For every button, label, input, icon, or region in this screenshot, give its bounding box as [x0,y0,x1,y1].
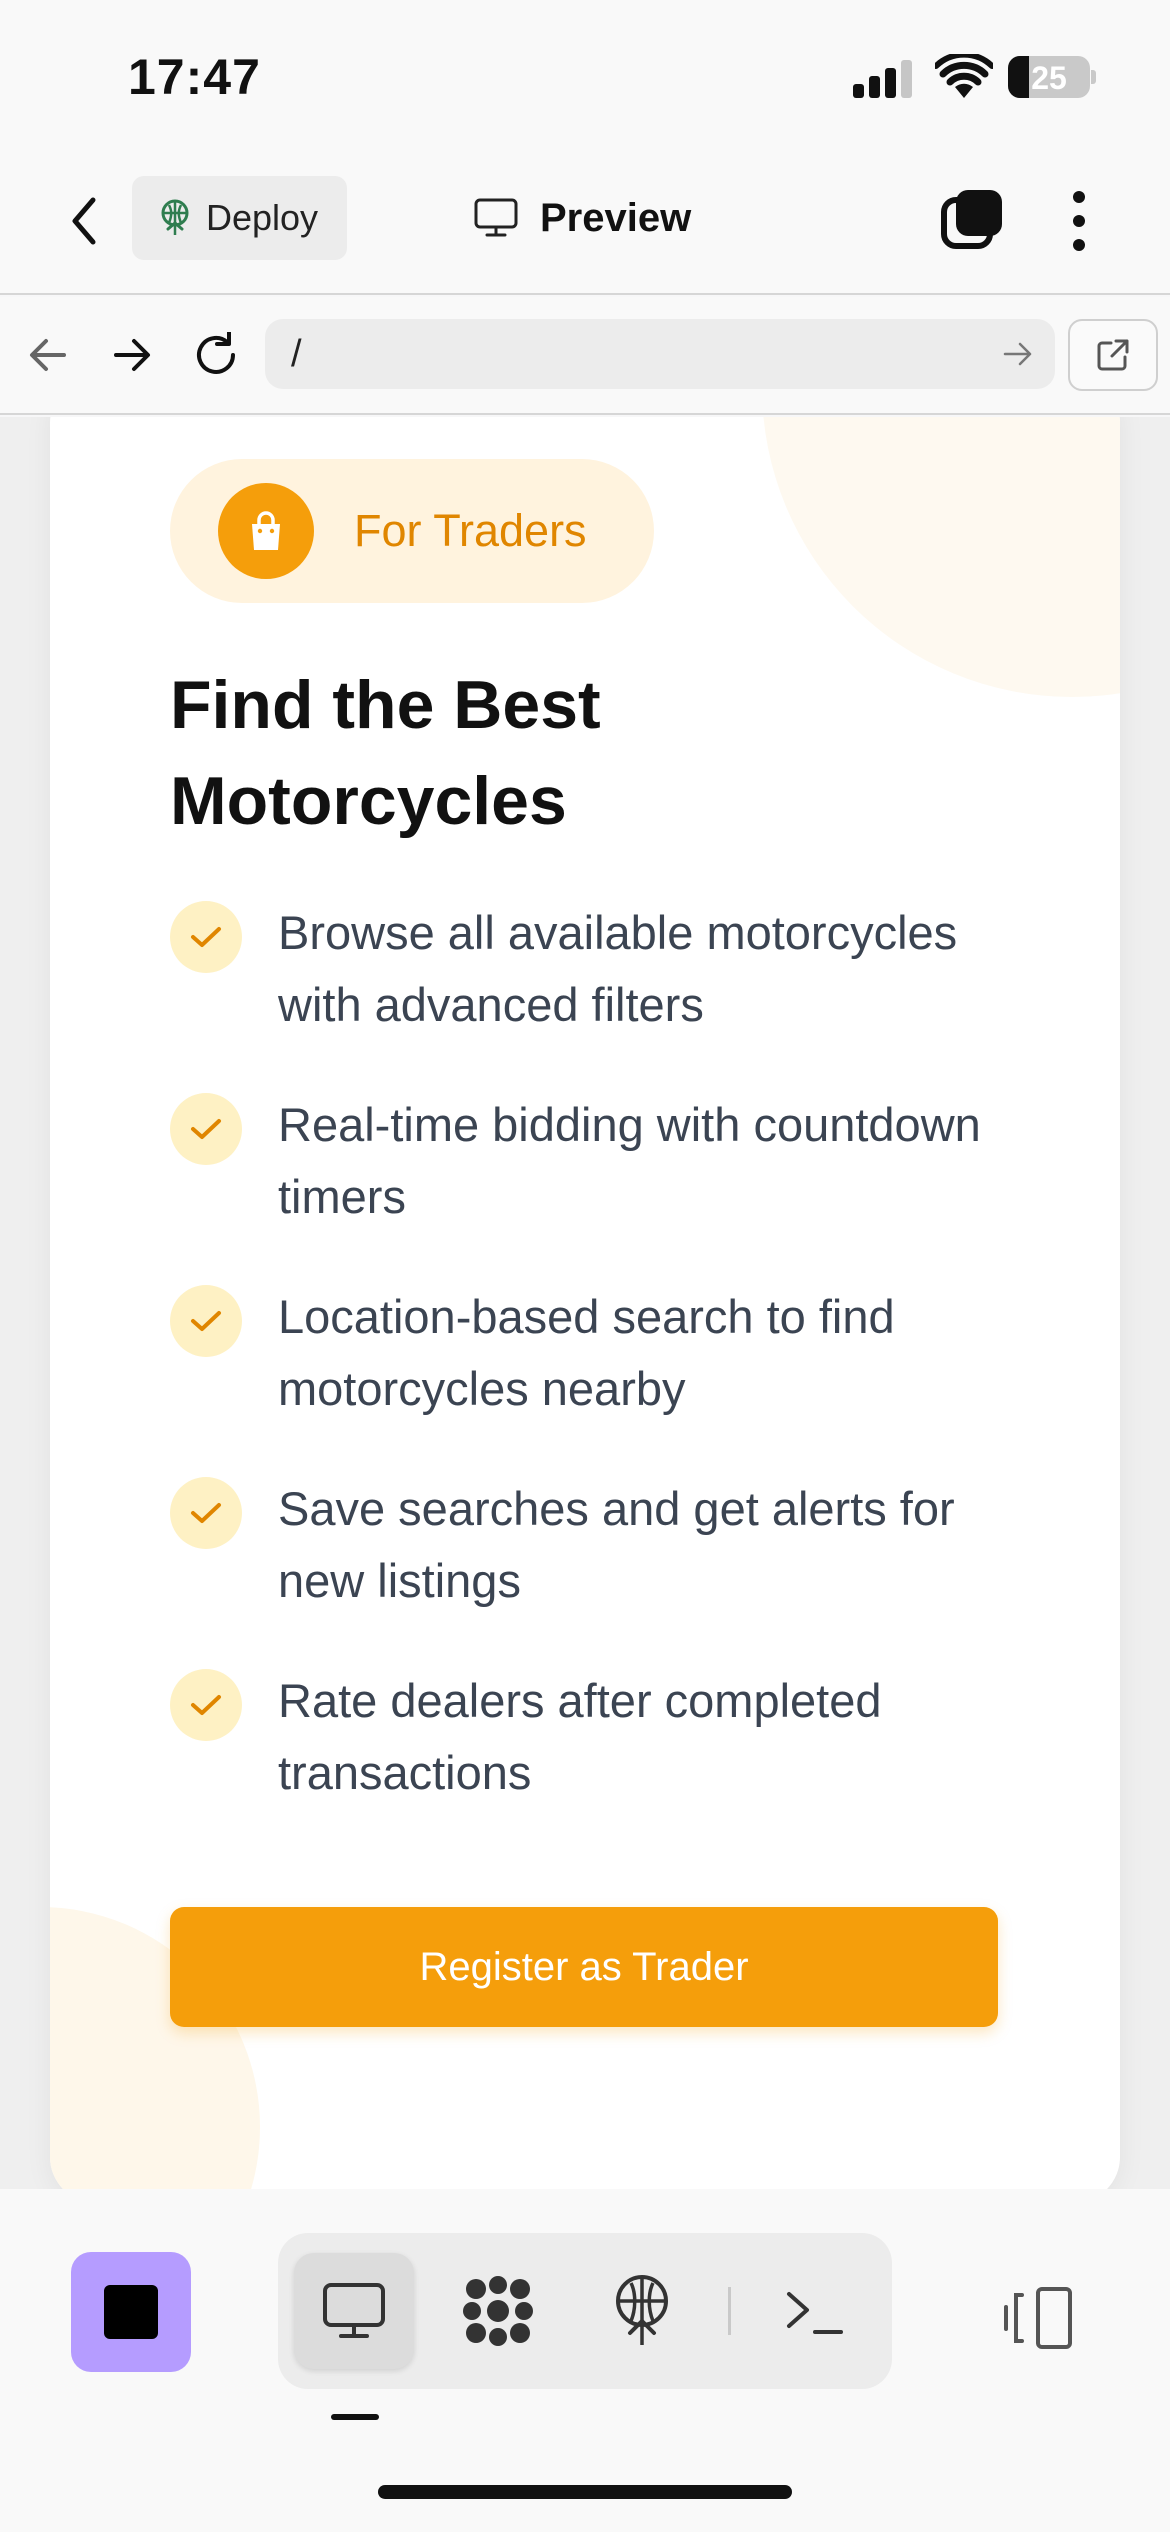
browser-back-button[interactable] [20,327,76,383]
battery-percent: 25 [1031,60,1067,96]
deploy-button[interactable]: Deploy [132,176,347,260]
list-item: Real-time bidding with countdown timers [170,1089,1050,1281]
open-external-button[interactable] [1068,319,1158,391]
back-button[interactable] [56,186,112,256]
check-icon [170,1285,242,1357]
battery-tip [1091,70,1096,84]
list-item: Location-based search to find motorcycle… [170,1281,1050,1473]
monitor-icon [323,2283,385,2338]
bottom-toolbar [0,2189,1170,2532]
tool-deploy[interactable] [582,2253,702,2369]
feature-text: Save searches and get alerts for new lis… [278,1482,955,1607]
shopping-bag-icon [218,483,314,579]
panel-toggle-icon[interactable] [1000,2279,1080,2359]
arrow-left-icon [30,339,66,371]
check-icon [170,901,242,973]
signal-icon [853,58,915,98]
feature-text: Rate dealers after completed transaction… [278,1674,882,1799]
status-time: 17:47 [128,49,261,105]
toolbar-divider [728,2287,731,2335]
stop-button[interactable] [71,2252,191,2372]
check-icon [170,1669,242,1741]
trader-badge: For Traders [170,459,654,603]
feature-text: Browse all available motorcycles with ad… [278,906,958,1031]
check-icon [170,1093,242,1165]
battery-icon: 25 [1008,56,1090,98]
list-item: Rate dealers after completed transaction… [170,1665,1050,1857]
check-icon [170,1477,242,1549]
browser-forward-button[interactable] [104,327,160,383]
tool-preview[interactable] [294,2253,414,2369]
arrow-right-icon [114,339,150,371]
home-indicator [378,2485,792,2499]
register-trader-button[interactable]: Register as Trader [170,1907,998,2027]
chevron-left-icon [72,197,96,245]
tool-terminal[interactable] [754,2253,874,2369]
deploy-label: Deploy [206,197,319,238]
deploy-tree-icon [161,199,189,235]
tool-group [278,2233,892,2389]
preview-title: Preview [474,188,691,248]
app-header: Deploy Preview [0,150,1170,295]
grid-flower-icon [463,2276,533,2346]
card-title: Find the Best Motorcycles [170,667,601,839]
url-text: / [291,333,302,375]
more-vertical-icon[interactable] [1064,186,1094,256]
feature-list: Browse all available motorcycles with ad… [170,897,1050,1857]
trader-card: For Traders Find the Best Motorcycles Br… [50,417,1120,2189]
preview-label: Preview [540,195,692,240]
wifi-icon [935,54,993,98]
deploy-icon [616,2275,668,2345]
tool-apps[interactable] [438,2253,558,2369]
browser-bar: / [0,297,1170,415]
reload-button[interactable] [188,327,244,383]
tabs-icon[interactable] [940,186,1006,252]
decorative-circle [762,417,1120,697]
feature-text: Real-time bidding with countdown timers [278,1098,981,1223]
preview-viewport: For Traders Find the Best Motorcycles Br… [0,417,1170,2189]
feature-text: Location-based search to find motorcycle… [278,1290,895,1415]
terminal-icon [787,2292,843,2334]
list-item: Save searches and get alerts for new lis… [170,1473,1050,1665]
stop-icon [104,2285,158,2339]
external-link-icon [1097,339,1129,371]
list-item: Browse all available motorcycles with ad… [170,897,1050,1089]
status-bar: 17:47 25 [0,0,1170,150]
monitor-icon [474,198,518,237]
url-input[interactable]: / [265,319,1055,389]
url-go-icon[interactable] [1001,337,1035,371]
badge-label: For Traders [354,505,587,556]
reload-icon [197,332,235,374]
active-tab-indicator [331,2414,379,2420]
